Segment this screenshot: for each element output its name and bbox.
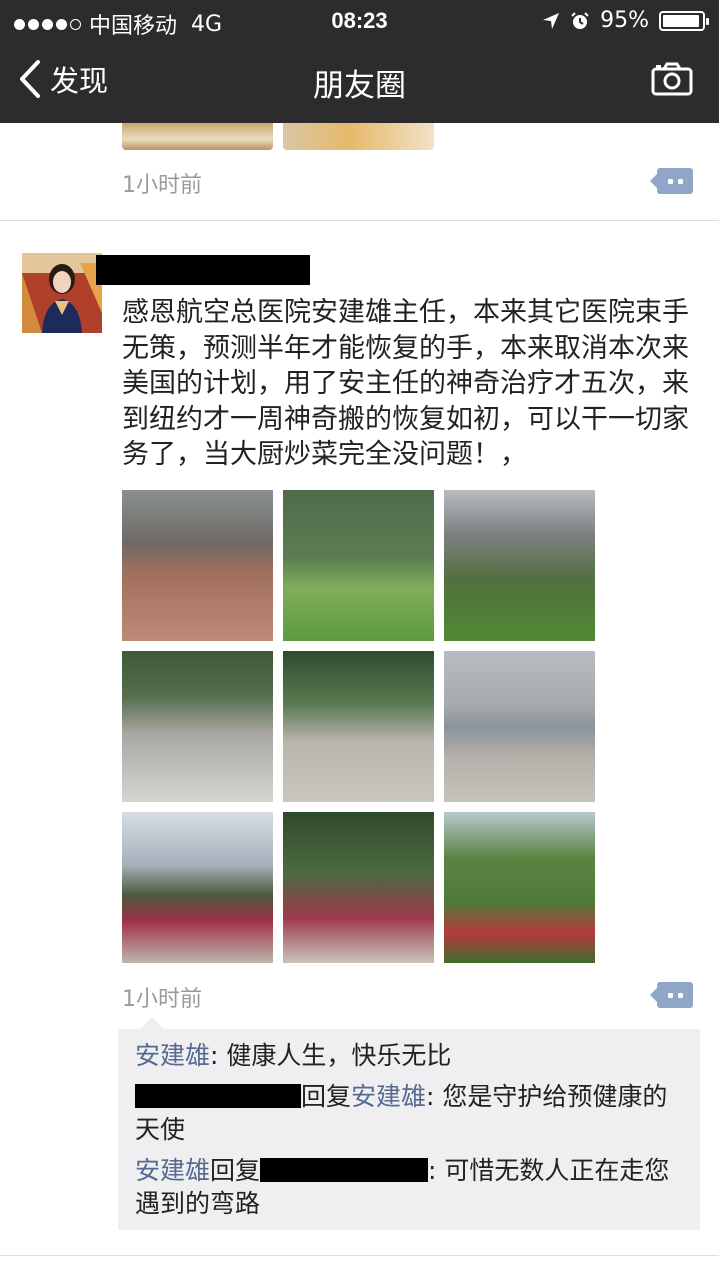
battery-level [663,14,700,27]
moments-feed: 1小时前 感恩航空总医院安建雄主任，本来其它医院束手无策，预测半年才能恢复的手，… [0,123,719,1280]
comments-panel: 安建雄: 健康人生，快乐无比 回复安建雄: 您是守护给预健康的天使 安建雄回复:… [118,1017,700,1230]
post-divider [0,220,719,221]
comment-menu-button[interactable] [650,168,693,194]
comment-text: 健康人生，快乐无比 [226,1041,452,1070]
post-photo[interactable] [122,651,273,802]
status-right: 95% [542,8,709,33]
battery-percent: 95% [600,8,649,33]
comment-item[interactable]: 回复安建雄: 您是守护给预健康的天使 [135,1080,684,1146]
comment-item[interactable]: 安建雄: 健康人生，快乐无比 [135,1039,684,1072]
redacted-reply-target [260,1158,429,1182]
post-photo[interactable] [283,812,434,963]
navigation-bar: 发现 朋友圈 [0,40,719,123]
previous-photo[interactable] [283,123,434,150]
redacted-username [96,255,310,285]
status-bar: 中国移动 4G 08:23 95% [0,0,719,40]
battery-icon [659,10,709,31]
reply-word: 回复 [210,1156,261,1185]
post-photo[interactable] [444,812,595,963]
top-bar: 中国移动 4G 08:23 95% 发现 朋友圈 [0,0,719,123]
redacted-commenter [135,1084,301,1108]
location-arrow-icon [543,12,560,29]
camera-icon [651,62,693,96]
comment-author[interactable]: 安建雄 [135,1156,210,1185]
avatar-image [22,253,102,333]
post-divider [0,1255,719,1256]
post-photo[interactable] [444,651,595,802]
reply-word: 回复 [301,1082,352,1111]
alarm-clock-icon [571,11,589,29]
previous-post-photos [122,123,434,150]
camera-button[interactable] [651,62,693,100]
post-time: 1小时前 [122,987,202,1012]
post-photo[interactable] [283,490,434,641]
page-title: 朋友圈 [313,68,406,104]
photo-grid [122,490,597,963]
post-photo[interactable] [122,812,273,963]
post-photo[interactable] [283,651,434,802]
avatar[interactable] [22,253,102,333]
reply-target[interactable]: 安建雄 [351,1082,426,1111]
post-text: 感恩航空总医院安建雄主任，本来其它医院束手无策，预测半年才能恢复的手，本来取消本… [122,297,689,470]
previous-post-time: 1小时前 [122,173,202,198]
previous-photo[interactable] [122,123,273,150]
post-photo[interactable] [122,490,273,641]
comment-author[interactable]: 安建雄 [135,1041,210,1070]
comment-item[interactable]: 安建雄回复: 可惜无数人正在走您遇到的弯路 [135,1154,684,1220]
comment-menu-button[interactable] [650,982,693,1008]
post-photo[interactable] [444,490,595,641]
